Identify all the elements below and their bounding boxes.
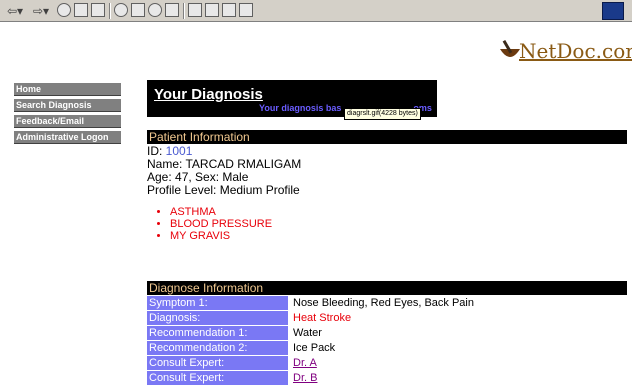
table-row: Diagnosis: Heat Stroke bbox=[147, 310, 625, 326]
row-label: Symptom 1: bbox=[147, 296, 288, 311]
forward-icon[interactable]: ⇨▾ bbox=[30, 3, 52, 19]
row-label: Recommendation 2: bbox=[147, 340, 288, 356]
condition-list: ASTHMA BLOOD PRESSURE MY GRAVIS bbox=[158, 206, 272, 242]
stop-icon[interactable] bbox=[57, 3, 71, 17]
logo-text: NetDoc.com bbox=[519, 39, 632, 63]
row-value-diagnosis: Heat Stroke bbox=[293, 312, 352, 324]
patient-profile-level: Profile Level: Medium Profile bbox=[147, 183, 300, 197]
row-label: Consult Expert: bbox=[147, 370, 288, 386]
page-title: Your Diagnosis bbox=[154, 86, 263, 103]
table-row: Consult Expert: Dr. B bbox=[147, 370, 625, 386]
channels-icon[interactable] bbox=[165, 3, 179, 17]
image-tooltip: diagrslt.gif(4228 bytes) bbox=[344, 108, 421, 120]
row-label: Consult Expert: bbox=[147, 355, 288, 371]
netdoc-logo[interactable]: NetDoc.com bbox=[497, 33, 632, 67]
condition-item: BLOOD PRESSURE bbox=[170, 218, 272, 230]
row-label: Recommendation 1: bbox=[147, 325, 288, 341]
patient-info-header: Patient Information bbox=[147, 130, 627, 144]
mail-icon[interactable] bbox=[205, 3, 219, 17]
edit-icon[interactable] bbox=[239, 3, 253, 17]
row-value-expert: Dr. A bbox=[288, 356, 625, 371]
diagnose-info-header: Diagnose Information bbox=[147, 281, 627, 295]
nav-item-home[interactable]: Home bbox=[14, 83, 121, 96]
toolbar-separator bbox=[183, 3, 185, 19]
row-value-recommendation-1: Water bbox=[293, 327, 322, 339]
patient-details: ID: 1001 Name: TARCAD RMALIGAM Age: 47, … bbox=[147, 145, 301, 197]
diagnose-table: Symptom 1: Nose Bleeding, Red Eyes, Back… bbox=[147, 296, 625, 386]
row-value-expert: Dr. B bbox=[288, 371, 625, 386]
nav-item-search-diagnosis[interactable]: Search Diagnosis bbox=[14, 99, 121, 112]
search-icon[interactable] bbox=[114, 3, 128, 17]
condition-item: MY GRAVIS bbox=[170, 230, 272, 242]
toolbar-separator bbox=[109, 3, 111, 19]
print-icon[interactable] bbox=[222, 3, 236, 17]
nav-item-feedback-email[interactable]: Feedback/Email bbox=[14, 115, 121, 128]
browser-toolbar: ⇦▾ ⇨▾ bbox=[0, 0, 632, 22]
row-value-recommendation-2: Ice Pack bbox=[293, 342, 336, 354]
history-icon[interactable] bbox=[148, 3, 162, 17]
table-row: Recommendation 1: Water bbox=[147, 325, 625, 341]
table-row: Symptom 1: Nose Bleeding, Red Eyes, Back… bbox=[147, 296, 625, 311]
windows-logo-icon bbox=[602, 2, 624, 20]
consult-expert-link[interactable]: Dr. B bbox=[293, 372, 317, 384]
nav-item-administrative-logon[interactable]: Administrative Logon bbox=[14, 131, 121, 144]
back-icon[interactable]: ⇦▾ bbox=[4, 3, 26, 19]
home-icon[interactable] bbox=[91, 3, 105, 17]
patient-id: 1001 bbox=[165, 144, 193, 158]
row-label: Diagnosis: bbox=[147, 310, 288, 326]
table-row: Consult Expert: Dr. A bbox=[147, 355, 625, 371]
fullscreen-icon[interactable] bbox=[188, 3, 202, 17]
left-nav: Home Search Diagnosis Feedback/Email Adm… bbox=[14, 83, 121, 147]
table-row: Recommendation 2: Ice Pack bbox=[147, 340, 625, 356]
favorites-icon[interactable] bbox=[131, 3, 145, 17]
row-value-symptom: Nose Bleeding, Red Eyes, Back Pain bbox=[293, 297, 474, 310]
refresh-icon[interactable] bbox=[74, 3, 88, 17]
consult-expert-link[interactable]: Dr. A bbox=[293, 357, 317, 369]
condition-item: ASTHMA bbox=[170, 206, 272, 218]
